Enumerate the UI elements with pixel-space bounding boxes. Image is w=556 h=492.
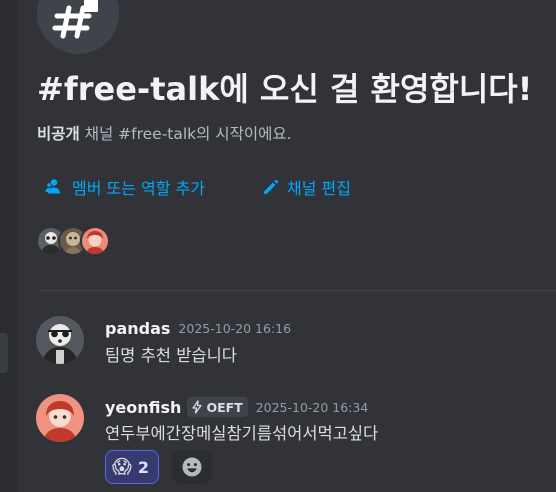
avatar[interactable]	[36, 394, 84, 442]
subtitle-text: 채널 #free-talk의 시작이에요.	[79, 125, 292, 143]
username[interactable]: yeonfish	[105, 398, 181, 417]
server-tag-badge[interactable]: OEFT	[187, 397, 248, 417]
channel-icon-circle	[37, 0, 119, 54]
pencil-icon	[264, 179, 279, 194]
user-avatar-image	[36, 394, 84, 442]
sidebar-edge	[0, 0, 18, 492]
reaction-count: 2	[137, 457, 149, 477]
message-header: pandas 2025-10-20 16:16	[105, 319, 291, 338]
divider	[37, 290, 556, 291]
channel-subtitle: 비공개 채널 #free-talk의 시작이에요.	[37, 122, 292, 144]
message-text: 연두부에간장메실참기름섞어서먹고싶다	[105, 424, 379, 443]
smile-icon	[182, 457, 202, 477]
user-avatar-image	[36, 316, 84, 364]
timestamp: 2025-10-20 16:16	[178, 321, 292, 336]
avatar[interactable]	[36, 316, 84, 364]
message-header: yeonfish OEFT 2025-10-20 16:34	[105, 397, 368, 417]
private-label: 비공개	[37, 125, 80, 143]
server-tag-label: OEFT	[206, 399, 243, 415]
welcome-title: #free-talk에 오신 걸 환영합니다!	[37, 70, 533, 108]
add-reaction-button[interactable]	[172, 450, 212, 484]
avatar	[80, 226, 110, 256]
message-text: 팀명 추천 받습니다	[105, 346, 237, 365]
add-member-label: 멤버 또는 역할 추가	[72, 179, 206, 198]
username[interactable]: pandas	[105, 319, 170, 338]
edit-channel-button[interactable]: 채널 편집	[262, 175, 351, 199]
reaction-button[interactable]: 😱 2	[105, 450, 159, 484]
channel-view: #free-talk에 오신 걸 환영합니다! 비공개 채널 #free-tal…	[0, 0, 556, 492]
edit-channel-label: 채널 편집	[287, 179, 351, 198]
lightning-icon	[192, 400, 203, 414]
timestamp: 2025-10-20 16:34	[255, 399, 369, 415]
scroll-handle[interactable]	[0, 333, 8, 373]
hash-icon	[52, 0, 98, 39]
add-member-button[interactable]: 멤버 또는 역할 추가	[45, 175, 205, 199]
reaction-emoji: 😱	[112, 456, 132, 478]
person-add-icon	[45, 179, 60, 194]
